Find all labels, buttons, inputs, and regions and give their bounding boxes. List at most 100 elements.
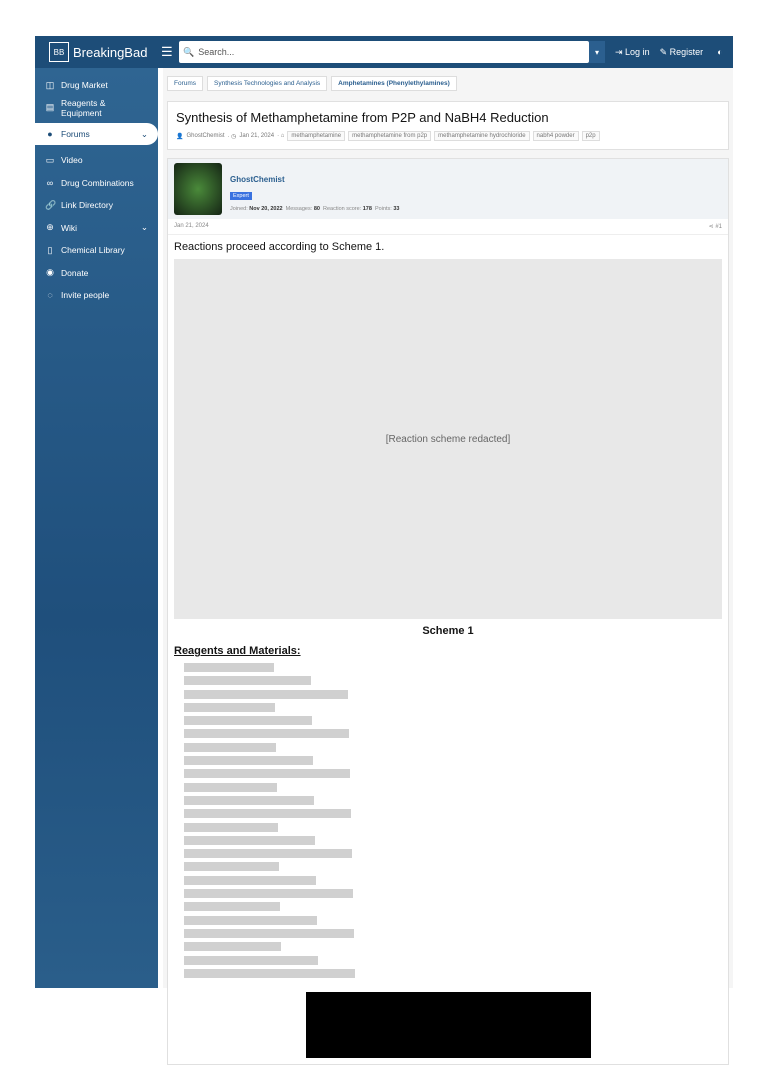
post-intro: Reactions proceed according to Scheme 1. — [174, 241, 385, 253]
sidebar-label: Drug Market — [61, 80, 108, 91]
reaction-scheme-redacted: [Reaction scheme redacted] — [174, 259, 722, 619]
post-number[interactable]: #1 — [715, 224, 722, 230]
thread-date: Jan 21, 2024 — [239, 133, 275, 139]
sidebar-item-wiki[interactable]: ⊕ Wiki ⌄ — [35, 217, 158, 240]
post-meta: Jan 21, 2024 ⋖ #1 — [168, 219, 728, 235]
tag[interactable]: methamphetamine from p2p — [348, 131, 432, 141]
login-label: Log in — [625, 46, 650, 57]
redacted-line — [184, 729, 349, 739]
redacted-line — [184, 968, 355, 978]
sidebar-label: Donate — [61, 267, 89, 278]
redacted-line — [184, 809, 351, 819]
redacted-line — [184, 849, 352, 859]
sidebar-item-drug-market[interactable]: ◫ Drug Market — [35, 74, 158, 97]
share-icon[interactable]: ⋖ — [709, 224, 714, 230]
redacted-line — [184, 742, 276, 752]
thread-meta: 👤 GhostChemist · ◷ Jan 21, 2024 · ⌂ metham… — [176, 131, 720, 141]
scheme-caption: Scheme 1 — [422, 625, 474, 637]
breadcrumb-item[interactable]: Amphetamines (Phenylethylamines) — [331, 76, 457, 91]
redacted-line — [184, 889, 353, 899]
thread-header: Synthesis of Methamphetamine from P2P an… — [167, 101, 729, 150]
sidebar-item-reagents[interactable]: ▤ Reagents & Equipment — [35, 97, 158, 120]
redacted-line — [184, 795, 314, 805]
redacted-line — [184, 862, 279, 872]
chevron-down-icon[interactable]: ⌄ — [141, 222, 148, 233]
redacted-line — [184, 915, 317, 925]
clock-icon: · ◷ — [227, 133, 237, 140]
sidebar-item-donate[interactable]: ◉ Donate — [35, 262, 158, 285]
logo-mark: BB — [49, 42, 69, 62]
breadcrumb: Forums Synthesis Technologies and Analys… — [163, 68, 733, 99]
sidebar-label: Forums — [61, 129, 90, 139]
tag[interactable]: methamphetamine hydrochloride — [434, 131, 530, 141]
search-options-button[interactable]: ▾ — [589, 41, 605, 63]
market-icon: ◫ — [45, 79, 55, 90]
sidebar-item-link-directory[interactable]: 🔗 Link Directory — [35, 194, 158, 217]
reagents-heading: Reagents and Materials: — [174, 645, 301, 657]
user-badge: Expert — [230, 192, 252, 200]
reagents-list-redacted — [174, 663, 722, 978]
stat-value: 178 — [362, 206, 372, 212]
post-date[interactable]: Jan 21, 2024 — [174, 223, 209, 230]
chevron-down-icon[interactable]: ⌄ — [141, 129, 148, 140]
site-logo[interactable]: BB BreakingBad — [35, 42, 158, 62]
main-content: Forums Synthesis Technologies and Analys… — [163, 68, 733, 1065]
tag[interactable]: nabh4 powder — [532, 131, 579, 141]
stat-label: Points: — [375, 206, 392, 212]
stat-value: Nov 20, 2022 — [249, 206, 283, 212]
tag[interactable]: methamphetamine — [287, 131, 346, 141]
menu-icon[interactable]: ☰ — [161, 44, 179, 60]
sidebar-item-forums[interactable]: ● Forums ⌄ — [35, 123, 158, 145]
author-name[interactable]: GhostChemist — [230, 175, 399, 184]
redacted-line — [184, 782, 277, 792]
forum-icon: ● — [47, 129, 53, 139]
stat-label: Messages: — [285, 206, 313, 212]
avatar[interactable] — [174, 163, 222, 215]
sidebar-item-invite[interactable]: ◌ Invite people — [35, 284, 158, 307]
redacted-line — [184, 702, 275, 712]
link-icon: 🔗 — [45, 199, 57, 210]
register-label: Register — [669, 46, 704, 57]
sidebar-label: Invite people — [61, 290, 110, 301]
user-icon: 👤 — [176, 133, 184, 140]
redacted-line — [184, 689, 348, 699]
sidebar-label: Link Directory — [61, 200, 113, 211]
redacted-line — [184, 955, 318, 965]
video-icon: ▭ — [45, 154, 55, 165]
sidebar-item-chemical-library[interactable]: ▯ Chemical Library — [35, 239, 158, 262]
thread-author[interactable]: GhostChemist — [186, 133, 224, 139]
search-placeholder: Search... — [198, 47, 235, 57]
breadcrumb-item[interactable]: Synthesis Technologies and Analysis — [207, 76, 328, 91]
pills-icon: ∞ — [46, 177, 54, 188]
redacted-line — [184, 676, 311, 686]
page-title: Synthesis of Methamphetamine from P2P an… — [176, 110, 549, 125]
redacted-line — [184, 663, 274, 672]
redacted-line — [184, 928, 354, 938]
search-input[interactable]: 🔍 Search... — [179, 41, 589, 63]
flask-icon: ▤ — [45, 102, 55, 113]
sidebar-item-video[interactable]: ▭ Video — [35, 149, 158, 172]
sidebar-item-drug-combinations[interactable]: ∞ Drug Combinations — [35, 172, 158, 195]
stat-label: Reaction score: — [323, 206, 362, 212]
embedded-media[interactable] — [305, 991, 591, 1058]
stat-value: 33 — [393, 206, 400, 212]
top-bar: BB BreakingBad ☰ 🔍 Search... ▾ ⇥ Log in ✎ … — [35, 36, 733, 68]
post-body: Reactions proceed according to Scheme 1.… — [168, 235, 728, 1064]
sidebar-label: Video — [61, 155, 83, 166]
redacted-line — [184, 875, 316, 885]
login-link[interactable]: ⇥ Log in — [615, 47, 650, 58]
redacted-line — [184, 835, 315, 845]
tag[interactable]: p2p — [581, 131, 600, 141]
invite-icon: ◌ — [47, 290, 53, 301]
sidebar-label: Wiki — [61, 222, 78, 233]
register-link[interactable]: ✎ Register — [660, 47, 704, 58]
redacted-line — [184, 822, 278, 832]
redacted-line — [184, 716, 312, 726]
sidebar-label: Chemical Library — [61, 245, 125, 256]
globe-icon: ⊕ — [46, 222, 54, 233]
breadcrumb-item[interactable]: Forums — [167, 76, 204, 91]
redacted-line — [184, 769, 350, 779]
post: GhostChemist Expert Joined: Nov 20, 2022… — [167, 158, 729, 1065]
style-icon[interactable]: ◐ — [717, 47, 722, 57]
sidebar-label: Drug Combinations — [61, 177, 134, 188]
